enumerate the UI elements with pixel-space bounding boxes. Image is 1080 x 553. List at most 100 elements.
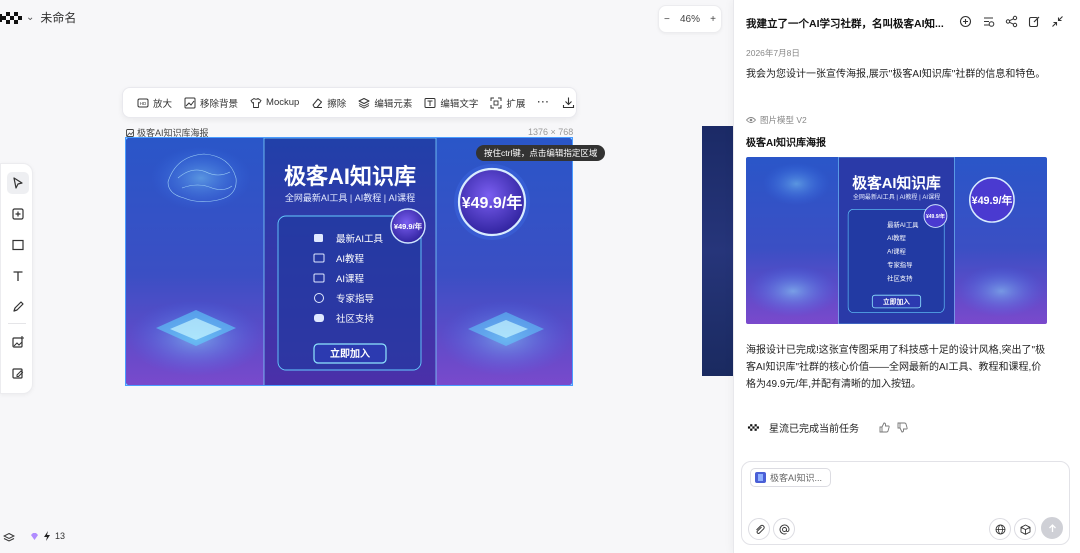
collapse-icon (1052, 16, 1063, 27)
rectangle-icon (12, 239, 24, 251)
assistant-message-2: 海报设计已完成!这张宣传图采用了科技感十足的设计风格,突出了"极客AI知识库"社… (746, 345, 1046, 390)
eraser-icon (312, 98, 323, 108)
thumbs-up-icon[interactable] (879, 422, 890, 433)
app-logo[interactable] (0, 8, 26, 28)
remove-bg-button[interactable]: 移除背景 (178, 92, 244, 114)
expand-button[interactable]: 扩展 (484, 92, 531, 114)
poster-image[interactable]: 极客AI知识库 全网最新AI工具 | AI教程 | AI课程 最新AI工具 AI… (125, 137, 573, 386)
thumb-feature-4: 专家指导 (887, 260, 912, 269)
poster-feature-2: AI教程 (336, 253, 364, 265)
attach-button[interactable] (748, 518, 770, 540)
image-edit-icon (12, 368, 24, 379)
share-icon (1005, 15, 1018, 28)
image-toolbar: HD 放大 移除背景 Mockup 擦除 编辑元素 编辑文字 扩展 ··· (122, 87, 577, 118)
chat-panel: 我建立了一个AI学习社群，名叫极客AI知... 2026年7月8日 我会为您设计… (733, 0, 1080, 553)
cube-icon (1020, 524, 1030, 535)
credits-indicator[interactable]: 13 (30, 531, 65, 541)
web-search-button[interactable] (989, 518, 1011, 540)
attached-image-chip[interactable]: 极客AI知识... (750, 468, 832, 487)
poster-cta: 立即加入 (330, 347, 370, 360)
erase-button[interactable]: 擦除 (305, 92, 352, 114)
result-thumbnail[interactable]: 极客AI知识库 全网最新AI工具 | AI教程 | AI课程 最新AI工具 AI… (746, 157, 1047, 324)
thumb-cta: 立即加入 (883, 297, 910, 306)
toolbar-divider (8, 323, 26, 324)
layers-button[interactable] (3, 532, 15, 544)
mockup-label: Mockup (266, 97, 300, 108)
thumb-feature-2: AI教程 (887, 233, 906, 242)
poster-title: 极客AI知识库 (284, 164, 416, 189)
assistant-message-1: 我会为您设计一张宣传海报,展示"极客AI知识库"社群的信息和特色。 (746, 69, 1046, 80)
poster-subtitle: 全网最新AI工具 | AI教程 | AI课程 (285, 192, 415, 203)
collapse-panel-button[interactable] (1051, 15, 1064, 28)
download-button[interactable] (556, 92, 581, 114)
poster-feature-3: AI课程 (336, 274, 364, 285)
more-icon: ··· (537, 97, 550, 108)
model-name: 图片模型 V2 (760, 115, 807, 125)
thumb-badge: ¥49.9/年 (926, 213, 945, 220)
add-frame-tool[interactable] (7, 203, 29, 225)
edit-text-button[interactable]: 编辑文字 (418, 92, 484, 114)
result-title: 极客AI知识库海报 (746, 138, 826, 149)
app-logo-small-icon (747, 424, 759, 431)
pen-tool[interactable] (7, 296, 29, 318)
poster-badge: ¥49.9/年 (394, 221, 423, 231)
text-edit-icon (424, 97, 436, 108)
layers-edit-icon (358, 97, 370, 109)
model-select-button[interactable] (1014, 518, 1036, 540)
zoom-control: − 46% + (658, 5, 722, 33)
expand-icon (490, 97, 502, 108)
edit-button[interactable] (1028, 15, 1041, 28)
add-frame-icon (12, 208, 24, 220)
download-icon (562, 97, 574, 109)
mockup-button[interactable]: Mockup (244, 92, 305, 114)
bolt-icon (44, 531, 50, 541)
remove-bg-icon (184, 97, 196, 108)
chat-input[interactable]: 极客AI知识... (741, 461, 1070, 545)
history-button[interactable] (982, 15, 995, 28)
remove-bg-label: 移除背景 (200, 98, 239, 110)
zoom-in-button[interactable]: + (710, 14, 716, 25)
new-chat-button[interactable] (959, 15, 972, 28)
text-tool[interactable] (7, 265, 29, 287)
canvas-size: 1376 × 768 (528, 127, 574, 137)
thumbs-down-icon[interactable] (897, 422, 908, 433)
expand-label: 扩展 (506, 98, 526, 110)
select-tool[interactable] (7, 172, 29, 194)
zoom-value[interactable]: 46% (680, 14, 700, 25)
image-add-tool[interactable] (7, 331, 29, 353)
thumb-feature-1: 最新AI工具 (887, 220, 919, 229)
poster-feature-5: 社区支持 (336, 313, 375, 325)
rectangle-tool[interactable] (7, 234, 29, 256)
share-button[interactable] (1005, 15, 1018, 28)
mention-button[interactable] (773, 518, 795, 540)
svg-text:HD: HD (140, 101, 147, 106)
image-add-icon (12, 336, 24, 348)
status-text: 星流已完成当前任务 (769, 424, 859, 435)
select-icon (13, 177, 23, 189)
send-button[interactable] (1041, 517, 1063, 539)
shirt-icon (250, 97, 262, 108)
edit-elements-button[interactable]: 编辑元素 (352, 92, 418, 114)
thumb-price: ¥49.9/年 (972, 194, 1013, 207)
chevron-down-icon: ⌄ (26, 12, 35, 23)
history-icon (984, 17, 995, 27)
layers-icon (3, 532, 15, 542)
image-edit-tool[interactable] (7, 362, 29, 384)
edit-elements-label: 编辑元素 (374, 98, 413, 110)
gem-icon (31, 532, 38, 540)
add-chat-icon (959, 15, 972, 28)
poster-feature-4: 专家指导 (336, 293, 374, 305)
zoom-out-button[interactable]: − (664, 14, 670, 25)
upscale-label: 放大 (153, 98, 173, 110)
more-button[interactable]: ··· (531, 92, 556, 114)
globe-icon (995, 524, 1005, 534)
arrow-up-icon (1048, 523, 1056, 532)
edit-text-label: 编辑文字 (440, 98, 479, 110)
chat-date: 2026年7月8日 (746, 48, 800, 58)
eye-icon (746, 117, 756, 123)
image-icon (126, 128, 134, 137)
image-thumb-icon (755, 472, 766, 483)
upscale-button[interactable]: HD 放大 (131, 92, 178, 114)
poster-price: ¥49.9/年 (462, 193, 523, 212)
doc-title-menu[interactable]: ⌄ 未命名 (26, 9, 76, 26)
